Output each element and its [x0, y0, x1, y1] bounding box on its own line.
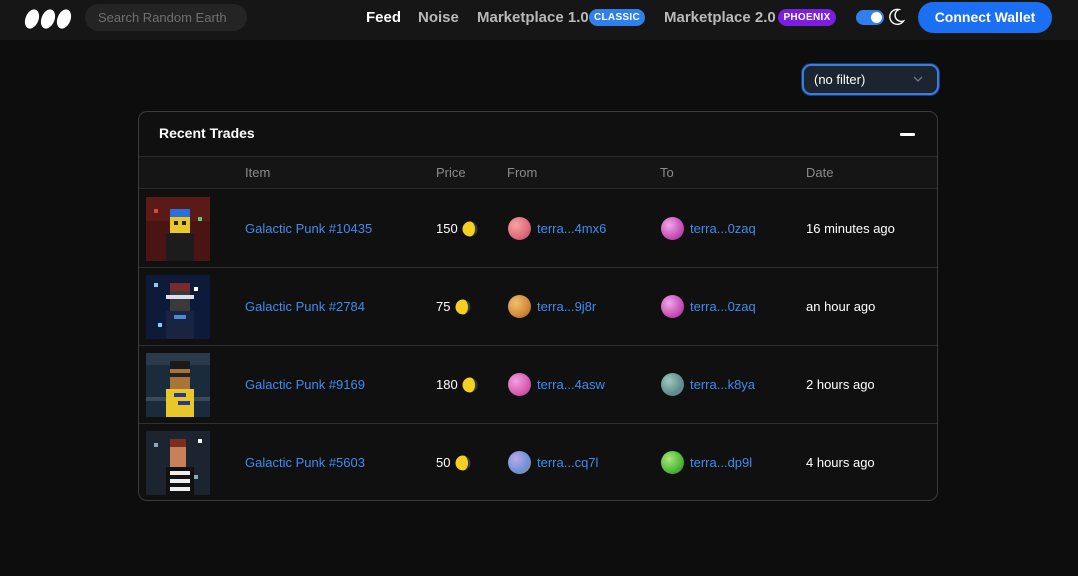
avatar	[661, 451, 684, 474]
connect-wallet-button[interactable]: Connect Wallet	[918, 2, 1052, 33]
luna-coin-icon	[455, 299, 471, 315]
avatar	[661, 295, 684, 318]
price-value: 50	[436, 455, 451, 470]
trade-date: 16 minutes ago	[806, 221, 895, 236]
item-link[interactable]: Galactic Punk #2784	[245, 268, 365, 345]
from-address-link[interactable]: terra...4asw	[537, 346, 605, 423]
avatar	[661, 217, 684, 240]
from-address-link[interactable]: terra...4mx6	[537, 190, 606, 267]
search-input[interactable]: Search Random Earth	[85, 4, 247, 31]
nft-thumbnail[interactable]	[146, 275, 210, 339]
avatar	[508, 295, 531, 318]
table-row: Galactic Punk #10435 150 terra...4mx6 te…	[139, 190, 937, 268]
table-row: Galactic Punk #2784 75 terra...9j8r terr…	[139, 268, 937, 346]
phoenix-badge: PHOENIX	[778, 9, 836, 26]
avatar	[508, 373, 531, 396]
item-link[interactable]: Galactic Punk #9169	[245, 346, 365, 423]
avatar	[508, 451, 531, 474]
column-item: Item	[245, 165, 271, 180]
price-value: 180	[436, 377, 458, 392]
price-value: 75	[436, 299, 451, 314]
column-to: To	[660, 165, 674, 180]
nav-marketplace-2[interactable]: Marketplace 2.0	[664, 0, 776, 36]
to-address-link[interactable]: terra...0zaq	[690, 190, 756, 267]
trade-date: an hour ago	[806, 299, 876, 314]
minus-icon[interactable]	[900, 133, 915, 136]
item-link[interactable]: Galactic Punk #10435	[245, 190, 372, 267]
to-address-link[interactable]: terra...0zaq	[690, 268, 756, 345]
column-date: Date	[806, 165, 834, 180]
to-address-link[interactable]: terra...k8ya	[690, 346, 755, 423]
classic-badge: CLASSIC	[589, 9, 645, 26]
top-navbar: Search Random Earth Feed Noise Marketpla…	[0, 0, 1078, 40]
nav-marketplace-1[interactable]: Marketplace 1.0	[477, 0, 589, 36]
luna-coin-icon	[455, 455, 471, 471]
price-value: 150	[436, 221, 458, 236]
from-address-link[interactable]: terra...9j8r	[537, 268, 596, 345]
avatar	[508, 217, 531, 240]
moon-icon[interactable]	[889, 8, 905, 26]
to-address-link[interactable]: terra...dp9l	[690, 424, 752, 500]
table-row: Galactic Punk #5603 50 terra...cq7l terr…	[139, 424, 937, 500]
theme-toggle[interactable]	[856, 10, 884, 25]
table-header: Item Price From To Date	[139, 156, 937, 189]
item-link[interactable]: Galactic Punk #5603	[245, 424, 365, 500]
filter-value: (no filter)	[814, 72, 866, 87]
table-row: Galactic Punk #9169 180 terra...4asw ter…	[139, 346, 937, 424]
nft-thumbnail[interactable]	[146, 431, 210, 495]
chevron-down-icon	[913, 76, 923, 82]
column-price: Price	[436, 165, 466, 180]
nav-noise[interactable]: Noise	[418, 0, 459, 36]
luna-coin-icon	[462, 221, 478, 237]
from-address-link[interactable]: terra...cq7l	[537, 424, 598, 500]
logo-icon[interactable]	[24, 7, 72, 31]
nft-thumbnail[interactable]	[146, 197, 210, 261]
card-title: Recent Trades	[159, 125, 255, 141]
avatar	[661, 373, 684, 396]
toggle-knob	[871, 12, 882, 23]
trade-date: 4 hours ago	[806, 455, 875, 470]
filter-select[interactable]: (no filter)	[802, 64, 939, 95]
recent-trades-card: Recent Trades Item Price From To Date Ga…	[138, 111, 938, 501]
luna-coin-icon	[462, 377, 478, 393]
trade-date: 2 hours ago	[806, 377, 875, 392]
nav-feed[interactable]: Feed	[366, 0, 401, 36]
column-from: From	[507, 165, 538, 180]
nft-thumbnail[interactable]	[146, 353, 210, 417]
